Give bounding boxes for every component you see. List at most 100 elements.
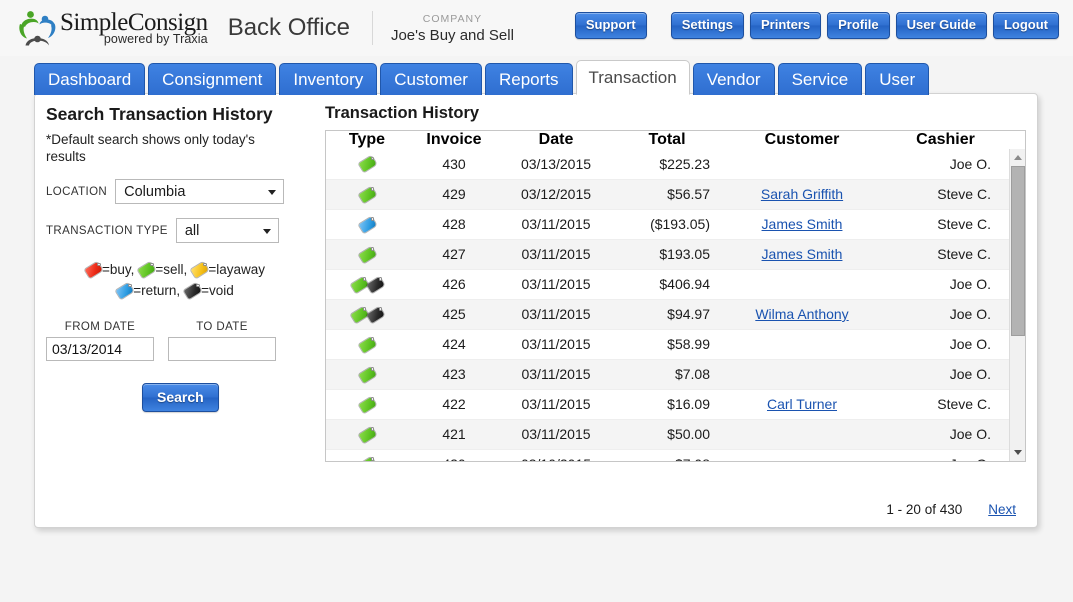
cell-cashier: Steve C. bbox=[882, 389, 1009, 420]
column-header-type[interactable]: Type bbox=[326, 131, 408, 149]
customer-link[interactable]: Carl Turner bbox=[767, 396, 837, 412]
table-row[interactable]: 424 03/11/2015 $58.99 Joe O. bbox=[326, 329, 1009, 360]
table-row[interactable]: 425 03/11/2015 $94.97 Wilma Anthony Joe O. bbox=[326, 299, 1009, 330]
search-button[interactable]: Search bbox=[142, 383, 219, 412]
table-row[interactable]: 421 03/11/2015 $50.00 Joe O. bbox=[326, 419, 1009, 450]
tag-blue-icon bbox=[358, 216, 376, 233]
customer-link[interactable]: James Smith bbox=[762, 246, 843, 262]
transaction-type-select[interactable]: all bbox=[175, 218, 279, 243]
transaction-type-tags bbox=[358, 246, 376, 263]
location-field-row: LOCATION Columbia bbox=[46, 179, 326, 204]
cell-cashier: Joe O. bbox=[882, 149, 1009, 180]
table-header-row: Type Invoice Date Total Customer Cashier bbox=[326, 131, 1009, 149]
customer-link[interactable]: Sarah Griffith bbox=[761, 186, 843, 202]
pagination-next-link[interactable]: Next bbox=[988, 502, 1016, 517]
cell-invoice: 420 bbox=[408, 449, 500, 461]
column-header-customer[interactable]: Customer bbox=[722, 131, 882, 149]
profile-button[interactable]: Profile bbox=[827, 12, 890, 39]
pagination-range: 1 - 20 of 430 bbox=[886, 502, 963, 517]
column-header-date[interactable]: Date bbox=[500, 131, 612, 149]
cell-invoice: 424 bbox=[408, 329, 500, 360]
cell-type bbox=[326, 299, 408, 330]
cell-invoice: 426 bbox=[408, 269, 500, 300]
tag-green-icon bbox=[358, 246, 376, 263]
cell-customer bbox=[722, 149, 882, 180]
tag-black-icon bbox=[183, 282, 202, 299]
table-row[interactable]: 422 03/11/2015 $16.09 Carl Turner Steve C. bbox=[326, 389, 1009, 420]
transaction-table-scroll-region: 430 03/13/2015 $225.23 Joe O. 429 03/12/2015 $… bbox=[326, 149, 1025, 461]
table-row[interactable]: 430 03/13/2015 $225.23 Joe O. bbox=[326, 149, 1009, 180]
column-header-total[interactable]: Total bbox=[612, 131, 722, 149]
settings-button[interactable]: Settings bbox=[670, 12, 744, 39]
scroll-down-arrow-icon[interactable] bbox=[1010, 444, 1025, 461]
to-date-input[interactable] bbox=[168, 337, 276, 361]
table-row[interactable]: 427 03/11/2015 $193.05 James Smith Steve C. bbox=[326, 239, 1009, 270]
printers-button[interactable]: Printers bbox=[749, 12, 822, 39]
cell-total: $7.08 bbox=[612, 359, 722, 390]
transaction-table-frame: Type Invoice Date Total Customer Cashier… bbox=[325, 130, 1026, 462]
chevron-down-icon bbox=[268, 189, 277, 195]
cell-invoice: 427 bbox=[408, 239, 500, 270]
tag-green-icon bbox=[138, 261, 156, 278]
chevron-down-icon bbox=[262, 228, 271, 234]
cell-total: $58.99 bbox=[612, 329, 722, 360]
legend-item-sell: =sell, bbox=[138, 259, 191, 280]
cell-total: $56.57 bbox=[612, 179, 722, 210]
logout-button[interactable]: Logout bbox=[992, 12, 1059, 39]
cell-customer: Carl Turner bbox=[722, 389, 882, 420]
cell-date: 03/11/2015 bbox=[500, 359, 612, 390]
table-row[interactable]: 428 03/11/2015 ($193.05) James Smith Steve C… bbox=[326, 209, 1009, 240]
tag-green-icon bbox=[358, 426, 376, 443]
company-info: COMPANY Joe's Buy and Sell bbox=[391, 13, 514, 44]
tab-customer[interactable]: Customer bbox=[380, 63, 482, 95]
cell-type bbox=[326, 329, 408, 360]
column-header-invoice[interactable]: Invoice bbox=[408, 131, 500, 149]
scroll-up-arrow-icon[interactable] bbox=[1010, 149, 1025, 166]
user-guide-button[interactable]: User Guide bbox=[895, 12, 987, 39]
cell-type bbox=[326, 179, 408, 210]
cell-total: ($193.05) bbox=[612, 209, 722, 240]
column-header-cashier[interactable]: Cashier bbox=[882, 131, 1009, 149]
tag-green-icon bbox=[350, 276, 368, 293]
tab-transaction[interactable]: Transaction bbox=[575, 60, 690, 95]
header-action-buttons: Support Settings Printers Profile User G… bbox=[574, 12, 1059, 39]
cell-invoice: 428 bbox=[408, 209, 500, 240]
tab-consignment[interactable]: Consignment bbox=[148, 63, 277, 95]
tab-user[interactable]: User bbox=[865, 63, 930, 95]
tab-service[interactable]: Service bbox=[777, 63, 863, 95]
brand-logo[interactable]: SimpleConsign powered by Traxia bbox=[16, 8, 208, 48]
table-row[interactable]: 426 03/11/2015 $406.94 Joe O. bbox=[326, 269, 1009, 300]
table-row[interactable]: 42003/10/2015$7.08 Joe O. bbox=[326, 449, 1009, 461]
support-button[interactable]: Support bbox=[574, 12, 647, 39]
transaction-type-tags bbox=[358, 336, 376, 353]
table-row[interactable]: 423 03/11/2015 $7.08 Joe O. bbox=[326, 359, 1009, 390]
tab-vendor[interactable]: Vendor bbox=[692, 63, 775, 95]
tag-green-icon bbox=[358, 336, 376, 353]
location-select[interactable]: Columbia bbox=[115, 179, 285, 204]
legend-item-return: =return, bbox=[115, 280, 184, 301]
transaction-type-legend: =buy, =sell, =layaway =return, =void bbox=[46, 259, 304, 301]
customer-link[interactable]: James Smith bbox=[762, 216, 843, 232]
tab-reports[interactable]: Reports bbox=[484, 63, 573, 95]
scrollbar-thumb[interactable] bbox=[1011, 166, 1025, 336]
tab-dashboard[interactable]: Dashboard bbox=[34, 63, 146, 95]
legend-return-label: =return, bbox=[133, 283, 181, 298]
cell-type bbox=[326, 449, 408, 461]
tab-inventory[interactable]: Inventory bbox=[279, 63, 378, 95]
location-select-value: Columbia bbox=[124, 183, 186, 200]
cell-customer: Sarah Griffith bbox=[722, 179, 882, 210]
cell-invoice: 423 bbox=[408, 359, 500, 390]
table-row[interactable]: 429 03/12/2015 $56.57 Sarah Griffith Steve C… bbox=[326, 179, 1009, 210]
customer-link[interactable]: Wilma Anthony bbox=[755, 306, 848, 322]
legend-sell-label: =sell, bbox=[155, 262, 188, 277]
company-name: Joe's Buy and Sell bbox=[390, 26, 514, 44]
tag-black-icon bbox=[366, 306, 384, 323]
cell-cashier: Joe O. bbox=[882, 419, 1009, 450]
table-scrollbar[interactable] bbox=[1009, 149, 1025, 461]
cell-cashier: Joe O. bbox=[882, 359, 1009, 390]
cell-type bbox=[326, 359, 408, 390]
location-label: LOCATION bbox=[46, 185, 108, 198]
search-button-wrapper: Search bbox=[46, 383, 326, 412]
from-date-input[interactable] bbox=[46, 337, 154, 361]
header-divider bbox=[371, 11, 373, 45]
